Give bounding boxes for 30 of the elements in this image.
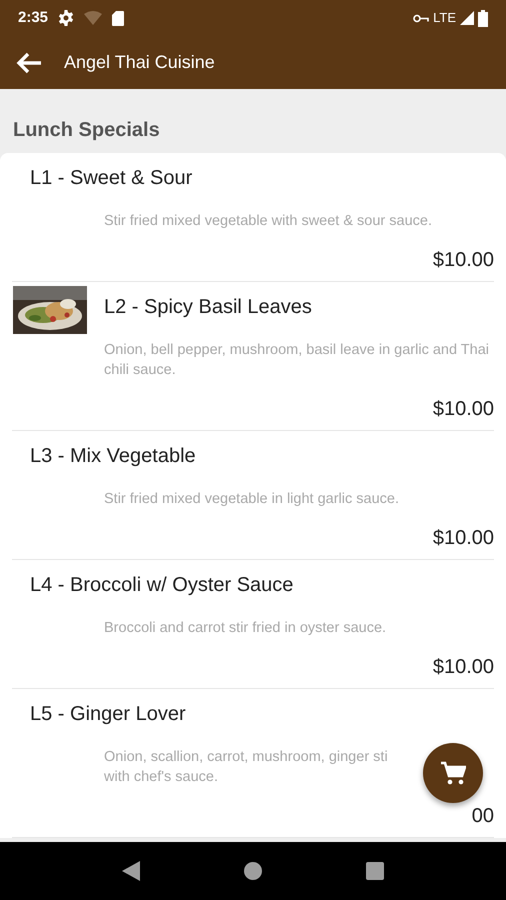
dish-title[interactable]: L3 - Mix Vegetable — [12, 441, 494, 471]
dish-description: Onion, scallion, carrot, mushroom, ginger sti — [104, 748, 388, 767]
dish-description: Stir fried mixed vegetable with sweet & sour sauce. — [104, 212, 432, 231]
dish-title[interactable]: L5 - Ginger Lover — [12, 699, 494, 729]
wifi-icon — [84, 11, 102, 25]
sd-card-icon — [112, 10, 124, 26]
home-nav-icon[interactable] — [244, 862, 262, 880]
dish-price: $10.00 — [432, 656, 494, 678]
gear-icon — [58, 10, 74, 26]
dish-price: $10.00 — [432, 527, 494, 549]
dish-title[interactable]: L4 - Broccoli w/ Oyster Sauce — [12, 570, 494, 600]
dish-price: 00 — [472, 805, 494, 827]
dish-title[interactable]: L2 - Spicy Basil Leaves — [104, 292, 494, 322]
toolbar-title: Angel Thai Cuisine — [64, 51, 215, 74]
dish-price: $10.00 — [432, 398, 494, 420]
back-nav-icon[interactable] — [122, 861, 140, 881]
dish-description: Broccoli and carrot stir fried in oyster sauce. — [104, 619, 386, 638]
dish-description: Stir fried mixed vegetable in light garlic sauce. — [104, 490, 399, 509]
key-icon — [413, 14, 430, 22]
dish-title[interactable]: L1 - Sweet & Sour — [12, 163, 494, 193]
section-heading: Lunch Specials — [12, 118, 161, 143]
dish-description: Onion, bell pepper, mushroom, basil leave in garlic and Thai chili sauce. — [104, 341, 490, 380]
cart-icon — [440, 761, 466, 785]
clock-text: 2:35 — [18, 8, 48, 28]
back-arrow-icon[interactable] — [16, 52, 42, 74]
dish-description: with chef's sauce. — [104, 768, 218, 787]
network-type-text: LTE — [433, 9, 456, 28]
dish-price: $10.00 — [432, 249, 494, 271]
battery-icon — [478, 10, 488, 26]
signal-icon — [460, 11, 474, 25]
